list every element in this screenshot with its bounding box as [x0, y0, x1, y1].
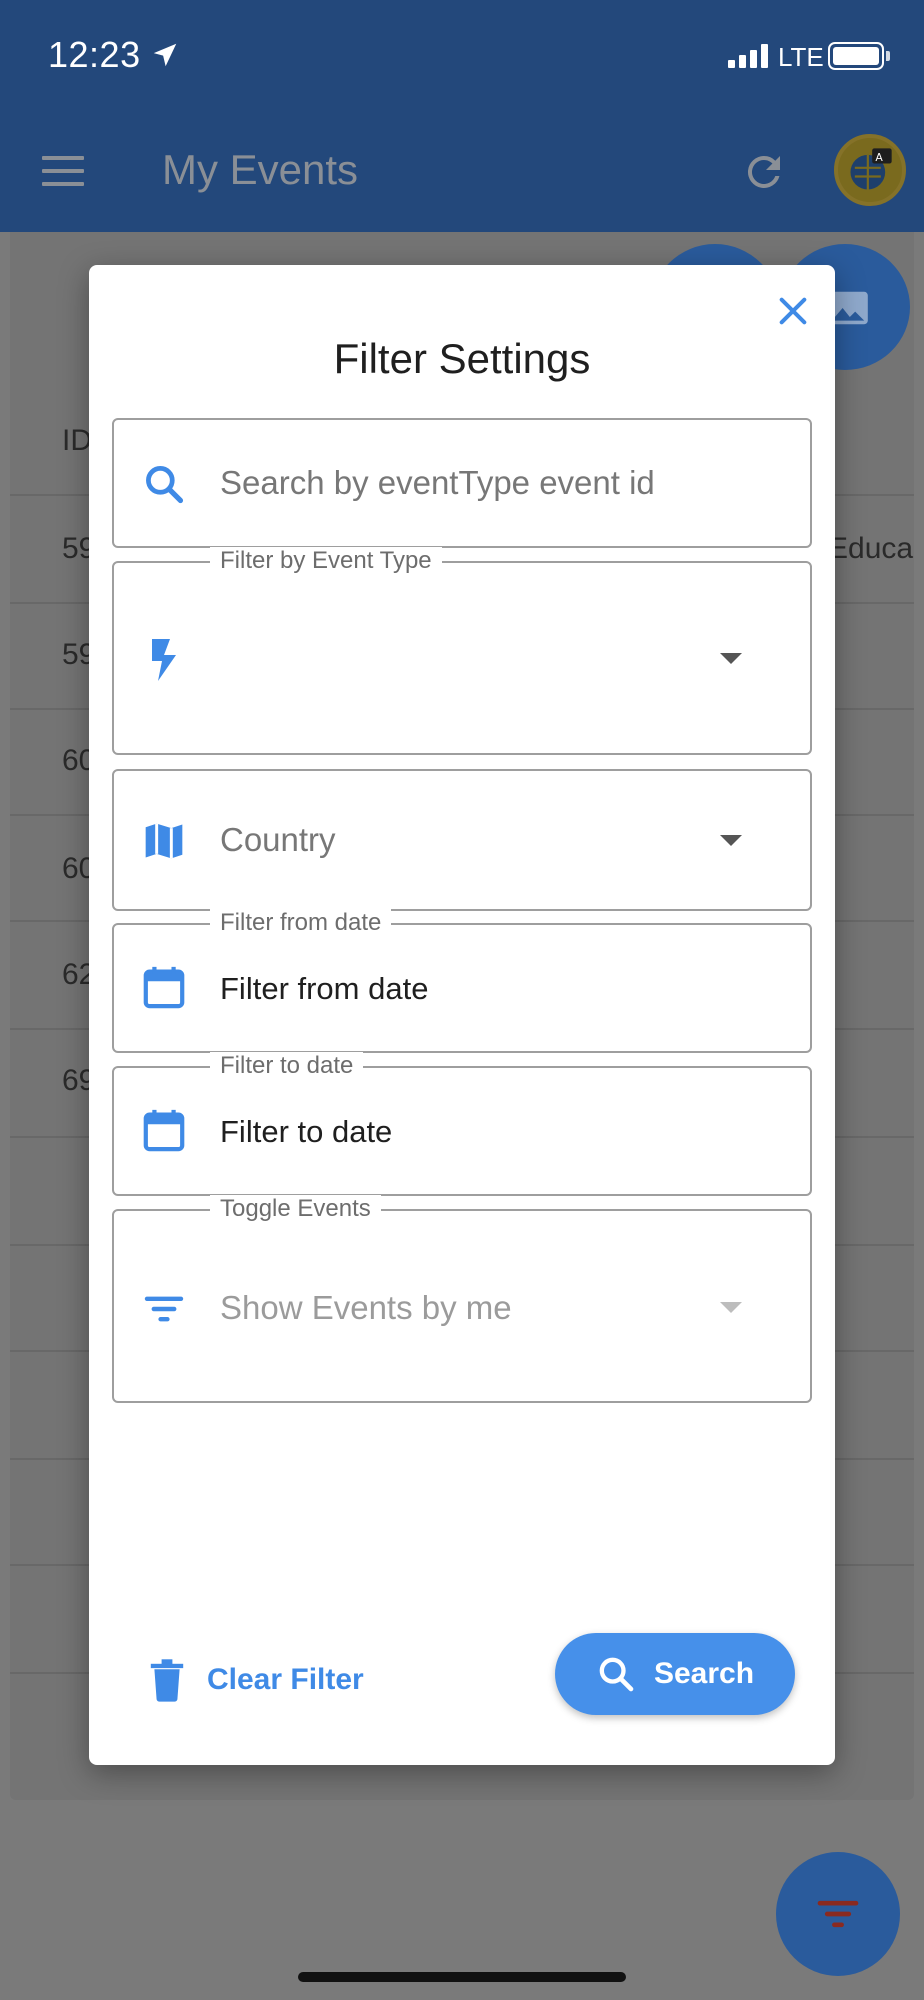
search-input[interactable]: Search by eventType event id: [112, 418, 812, 548]
from-date-label: Filter from date: [210, 909, 392, 937]
toggle-events-select[interactable]: Toggle Events Show Events by me: [112, 1195, 812, 1403]
toggle-events-value: Show Events by me: [220, 1289, 512, 1326]
map-icon: [140, 817, 188, 865]
filter-list-icon: [140, 1285, 188, 1333]
chevron-down-icon: [720, 835, 742, 846]
search-icon: [599, 1657, 634, 1692]
search-placeholder: Search by eventType event id: [220, 464, 655, 501]
table-cell-partial: Educa: [828, 532, 914, 565]
flash-icon: [140, 635, 188, 683]
refresh-icon[interactable]: [740, 148, 788, 196]
calendar-icon: [140, 963, 188, 1011]
country-placeholder: Country: [220, 821, 336, 858]
trash-icon: [150, 1659, 184, 1702]
to-date-label: Filter to date: [210, 1052, 364, 1080]
chevron-down-icon: [720, 1302, 742, 1313]
location-arrow-icon: [153, 43, 177, 67]
search-icon: [140, 460, 188, 508]
home-indicator: [298, 1972, 626, 1982]
toggle-events-label: Toggle Events: [210, 1195, 381, 1223]
battery-icon: [828, 42, 884, 70]
close-icon: [779, 297, 807, 325]
close-button[interactable]: [765, 283, 821, 339]
filter-settings-dialog: Filter Settings Search by eventType even…: [89, 265, 835, 1765]
clear-filter-button[interactable]: Clear Filter: [149, 1645, 364, 1715]
table-header-id: ID: [62, 424, 92, 457]
status-time: 12:23: [48, 34, 141, 75]
to-date-field[interactable]: Filter to date Filter to date: [112, 1052, 812, 1196]
filter-fab[interactable]: [776, 1852, 900, 1976]
globe-icon: A: [850, 148, 892, 190]
search-button[interactable]: Search: [555, 1633, 795, 1715]
event-type-label: Filter by Event Type: [210, 547, 442, 575]
filter-list-icon: [817, 1900, 859, 1928]
to-date-value: Filter to date: [220, 1114, 393, 1149]
battery-tip: [886, 51, 890, 61]
language-globe-icon[interactable]: A: [834, 134, 906, 206]
status-bar: 12:23 LTE: [0, 0, 924, 110]
svg-text:A: A: [875, 151, 883, 164]
app-bar: My Events A: [0, 110, 924, 232]
calendar-icon: [140, 1106, 188, 1154]
search-button-label: Search: [653, 1657, 755, 1690]
app-title: My Events: [162, 146, 359, 193]
dialog-title: Filter Settings: [333, 335, 591, 382]
network-type: LTE: [778, 42, 824, 72]
signal-icon: [728, 44, 768, 68]
country-select[interactable]: Country: [112, 769, 812, 911]
event-type-select[interactable]: Filter by Event Type: [112, 547, 812, 755]
from-date-field[interactable]: Filter from date Filter from date: [112, 909, 812, 1053]
menu-icon[interactable]: [42, 156, 84, 186]
chevron-down-icon: [720, 653, 742, 664]
clear-filter-label: Clear Filter: [207, 1663, 364, 1696]
from-date-value: Filter from date: [220, 971, 429, 1006]
